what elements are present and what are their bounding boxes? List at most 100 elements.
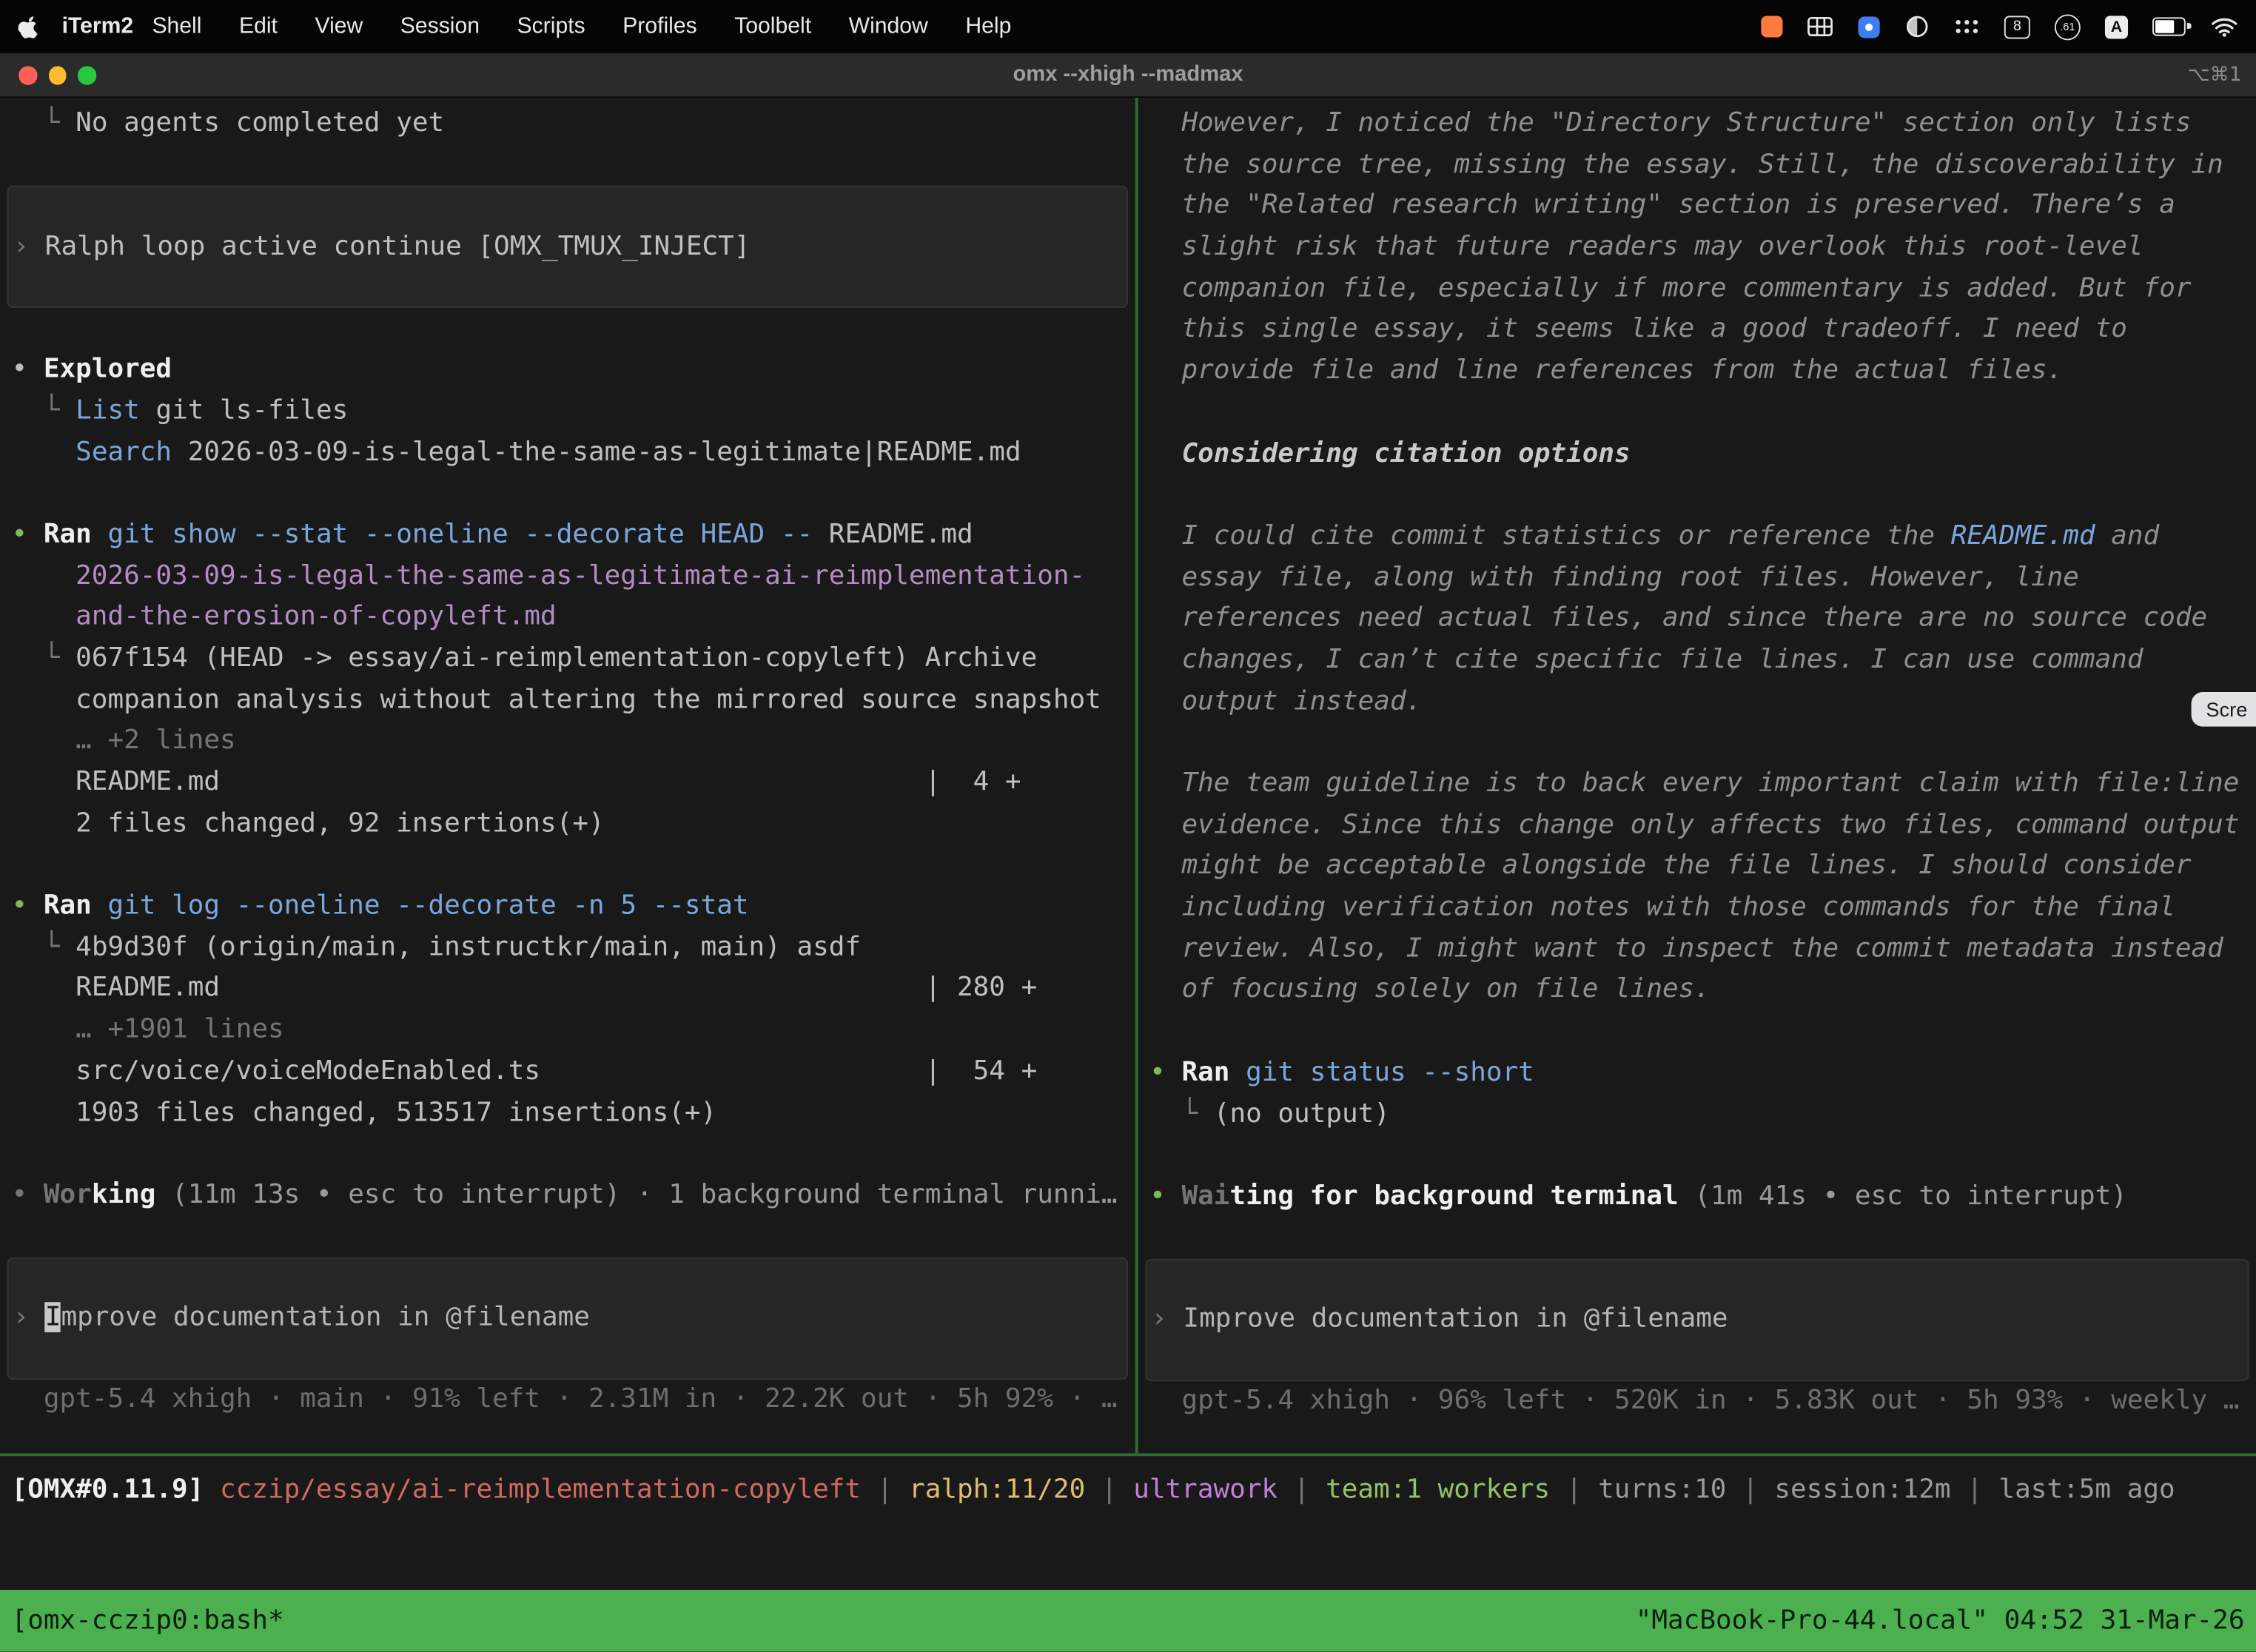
blank-line bbox=[0, 474, 1135, 515]
text-segment: slight risk that future readers may over… bbox=[1149, 232, 2143, 262]
terminal-line: └ (no output) bbox=[1138, 1094, 2256, 1135]
blue-app-icon[interactable] bbox=[1858, 15, 1881, 38]
terminal-line: review. Also, I might want to inspect th… bbox=[1138, 929, 2256, 970]
text-segment: • bbox=[12, 354, 44, 384]
text-segment: • bbox=[12, 890, 44, 921]
terminal-line: README.md | 280 + bbox=[0, 969, 1135, 1010]
text-segment: Explored bbox=[44, 354, 172, 384]
text-segment: I could cite commit statistics or refere… bbox=[1149, 520, 1951, 551]
terminal-line: • Ran git log --oneline --decorate -n 5 … bbox=[0, 887, 1135, 928]
menu-item-profiles[interactable]: Profiles bbox=[622, 13, 696, 38]
tmux-session-window: [omx-cczip0:bash* bbox=[12, 1605, 284, 1636]
title-bar[interactable]: omx --xhigh --madmax ⌥⌘1 bbox=[0, 53, 2256, 98]
text-segment: └ bbox=[12, 395, 76, 426]
terminal-line: companion file, especially if more comme… bbox=[1138, 269, 2256, 310]
text-segment: 4b9d30f (origin/main, instructkr/main, m… bbox=[75, 932, 861, 962]
terminal-line: evidence. Since this change only affects… bbox=[1138, 805, 2256, 847]
blank-line bbox=[0, 845, 1135, 887]
text-segment: › bbox=[13, 1303, 44, 1333]
text-segment: ralph:11/20 bbox=[909, 1474, 1085, 1505]
blank-line bbox=[0, 1134, 1135, 1175]
dark-app-icon[interactable] bbox=[1905, 14, 1930, 38]
close-button[interactable] bbox=[19, 66, 36, 84]
text-segment: of focusing solely on file lines. bbox=[1149, 975, 1711, 1005]
text-segment: ultrawork bbox=[1133, 1474, 1278, 1505]
text-segment: cczip/essay/ai-reimplementation-copyleft bbox=[220, 1474, 861, 1505]
prompt-input-right[interactable]: › Improve documentation in @filename bbox=[1145, 1259, 2249, 1381]
text-segment: last:5m ago bbox=[1999, 1474, 2175, 1505]
text-segment: king bbox=[92, 1180, 156, 1210]
wifi-icon[interactable] bbox=[2210, 16, 2239, 37]
prompt-input-left[interactable]: › Improve documentation in @filename bbox=[7, 1258, 1128, 1380]
window-grid-icon[interactable] bbox=[1807, 16, 1833, 37]
menu-item-help[interactable]: Help bbox=[965, 13, 1011, 38]
text-segment: review. Also, I might want to inspect th… bbox=[1149, 933, 2223, 964]
menu-item-session[interactable]: Session bbox=[400, 13, 480, 38]
text-segment: I bbox=[45, 1303, 61, 1333]
text-segment: git log --oneline --decorate -n 5 --stat bbox=[107, 890, 748, 921]
text-segment: | bbox=[1726, 1474, 1774, 1505]
menu-item-scripts[interactable]: Scripts bbox=[517, 13, 585, 38]
menu-item-window[interactable]: Window bbox=[849, 13, 928, 38]
text-segment: … +1901 lines bbox=[12, 1015, 284, 1045]
text-segment: • bbox=[1149, 1057, 1181, 1087]
zoom-button[interactable] bbox=[78, 66, 95, 84]
terminal-line: of focusing solely on file lines. bbox=[1138, 970, 2256, 1012]
input-source-icon[interactable]: A bbox=[2105, 15, 2128, 38]
terminal-line: └ List git ls-files bbox=[0, 391, 1135, 432]
terminal-line: the "Related research writing" section i… bbox=[1138, 186, 2256, 227]
text-segment: Ralph loop active continue [OMX_TMUX_INJ… bbox=[45, 231, 751, 261]
text-segment: team:1 workers bbox=[1326, 1474, 1550, 1505]
terminal-line: • Explored bbox=[0, 350, 1135, 392]
text-segment: › bbox=[13, 231, 44, 261]
text-segment: 2 files changed, 92 insertions(+) bbox=[12, 808, 605, 839]
menu-item-shell[interactable]: Shell bbox=[152, 13, 201, 38]
terminal-line: 2026-03-09-is-legal-the-same-as-legitima… bbox=[0, 556, 1135, 597]
text-segment: └ bbox=[12, 643, 76, 674]
text-segment: [OMX#0.11.9] bbox=[12, 1474, 204, 1505]
text-segment: references need actual files, and since … bbox=[1149, 603, 2207, 634]
text-segment: mprove documentation in @filename bbox=[61, 1303, 590, 1333]
terminal-content: └ No agents completed yet› Ralph loop ac… bbox=[0, 98, 2256, 1456]
terminal-line: src/voice/voiceModeEnabled.ts | 54 + bbox=[0, 1052, 1135, 1093]
menu-item-view[interactable]: View bbox=[315, 13, 363, 38]
dots-grid-icon[interactable] bbox=[1954, 16, 1980, 37]
menu-item-edit[interactable]: Edit bbox=[239, 13, 278, 38]
menu-item-app[interactable]: iTerm2 bbox=[62, 13, 134, 39]
menu-item-toolbelt[interactable]: Toolbelt bbox=[734, 13, 811, 38]
apple-menu-icon[interactable] bbox=[17, 13, 40, 39]
menu-items: Shell Edit View Session Scripts Profiles Toolb… bbox=[152, 13, 1048, 39]
recording-indicator-icon[interactable] bbox=[1761, 16, 1782, 37]
blank-line bbox=[1138, 392, 2256, 434]
tmux-status-bar: [omx-cczip0:bash* "MacBook-Pro-44.local"… bbox=[0, 1590, 2256, 1652]
text-segment: Ran bbox=[1181, 1057, 1246, 1087]
stat-61-icon[interactable]: .61 bbox=[2055, 13, 2081, 39]
text-segment: essay file, along with finding root file… bbox=[1149, 562, 2079, 592]
key-8-icon[interactable]: 8 bbox=[2004, 15, 2030, 38]
terminal-pane-right[interactable]: However, I noticed the "Directory Struct… bbox=[1138, 98, 2256, 1453]
blank-line bbox=[0, 145, 1135, 187]
terminal-line: • Waiting for background terminal (1m 41… bbox=[1138, 1177, 2256, 1218]
terminal-line: including verification notes with those … bbox=[1138, 888, 2256, 930]
text-segment: including verification notes with those … bbox=[1149, 892, 2175, 922]
terminal-line: might be acceptable alongside the file l… bbox=[1138, 847, 2256, 888]
ralph-loop-banner: › Ralph loop active continue [OMX_TMUX_I… bbox=[7, 186, 1128, 308]
text-segment: | bbox=[1951, 1474, 1999, 1505]
battery-icon[interactable] bbox=[2152, 17, 2186, 36]
minimize-button[interactable] bbox=[48, 66, 66, 84]
omx-status-line: [OMX#0.11.9] cczip/essay/ai-reimplementa… bbox=[0, 1471, 2256, 1512]
terminal-line: essay file, along with finding root file… bbox=[1138, 557, 2256, 599]
text-segment: README.md | 4 + bbox=[12, 767, 1021, 797]
text-segment: git show --stat --oneline --decorate HEA… bbox=[107, 520, 828, 550]
text-segment: 1903 files changed, 513517 insertions(+) bbox=[12, 1097, 717, 1127]
terminal-pane-left[interactable]: └ No agents completed yet› Ralph loop ac… bbox=[0, 98, 1138, 1453]
terminal-line: … +2 lines bbox=[0, 722, 1135, 763]
terminal-line: the source tree, missing the essay. Stil… bbox=[1138, 145, 2256, 187]
text-segment: evidence. Since this change only affects… bbox=[1149, 810, 2239, 840]
text-segment: README.md bbox=[829, 520, 973, 550]
blank-line bbox=[0, 309, 1135, 350]
text-segment: | bbox=[861, 1474, 909, 1505]
text-segment: | bbox=[1085, 1474, 1133, 1505]
text-segment: git status --short bbox=[1246, 1057, 1534, 1087]
text-segment: this single essay, it seems like a good … bbox=[1149, 315, 2127, 345]
